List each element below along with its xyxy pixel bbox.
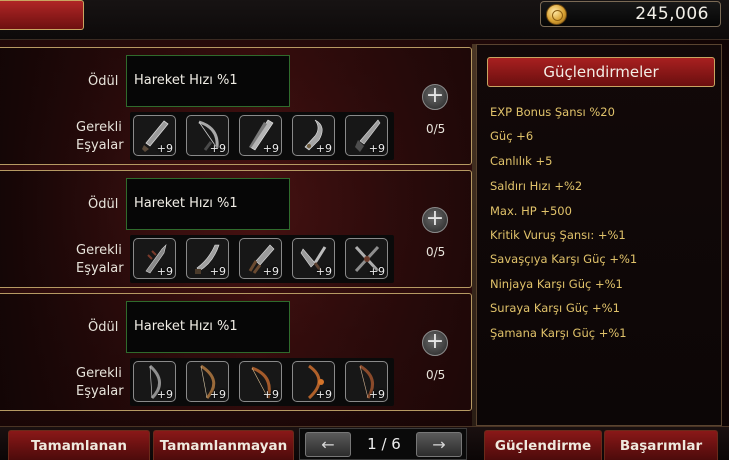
required-label-line2: Eşyalar <box>76 384 124 399</box>
bonus-item: Ninjaya Karşı Güç +%1 <box>490 277 623 291</box>
bow-icon[interactable]: +9 <box>186 115 229 156</box>
reward-box: Hareket Hızı %1 <box>126 55 290 107</box>
required-label-line1: Gerekli <box>76 243 122 258</box>
item-level: +9 <box>315 265 332 278</box>
twin-blade-icon[interactable]: +9 <box>292 238 335 279</box>
blade-icon[interactable]: +9 <box>239 115 282 156</box>
reward-value: Hareket Hızı %1 <box>134 73 238 88</box>
required-label-line1: Gerekli <box>76 120 122 135</box>
gold-coin-icon <box>546 4 567 25</box>
fire-bow-icon[interactable]: +9 <box>239 361 282 402</box>
bonus-item: Kritik Vuruş Şansı: +%1 <box>490 228 626 242</box>
pager: ← 1 / 6 → <box>299 428 467 460</box>
required-label-line1: Gerekli <box>76 366 122 381</box>
item-level: +9 <box>368 388 385 401</box>
reward-value: Hareket Hızı %1 <box>134 196 238 211</box>
gold-display: 245,006 <box>540 1 721 27</box>
crossed-blade-icon[interactable]: +9 <box>345 238 388 279</box>
reward-box: Hareket Hızı %1 <box>126 301 290 353</box>
war-bow-icon[interactable]: +9 <box>345 361 388 402</box>
boosts-panel: Güçlendirmeler EXP Bonus Şansı %20 Güç +… <box>476 44 722 426</box>
required-label-line2: Eşyalar <box>76 261 124 276</box>
progress-count: 0/5 <box>426 122 446 136</box>
required-label-line2: Eşyalar <box>76 138 124 153</box>
reward-value: Hareket Hızı %1 <box>134 319 238 334</box>
recurve-bow-icon[interactable]: +9 <box>186 361 229 402</box>
add-item-button[interactable]: + <box>422 207 448 233</box>
curved-blade-icon[interactable]: +9 <box>186 238 229 279</box>
top-bar: 245,006 <box>0 0 729 40</box>
item-level: +9 <box>156 388 173 401</box>
top-tab[interactable] <box>0 0 84 30</box>
bonus-item: Max. HP +500 <box>490 204 572 218</box>
quest-panel-2: Ödül Hareket Hızı %1 Gerekli Eşyalar +9 … <box>0 170 472 288</box>
item-level: +9 <box>262 265 279 278</box>
required-items: +9 +9 +9 +9 +9 <box>130 358 394 406</box>
reward-box: Hareket Hızı %1 <box>126 178 290 230</box>
reward-label: Ödül <box>88 197 119 212</box>
bonus-item: Şamana Karşı Güç +%1 <box>490 326 627 340</box>
required-items: +9 +9 +9 +9 +9 <box>130 112 394 160</box>
bonus-item: Güç +6 <box>490 129 534 143</box>
item-level: +9 <box>156 265 173 278</box>
item-level: +9 <box>209 388 226 401</box>
claw-blade-icon[interactable]: +9 <box>239 238 282 279</box>
required-items: +9 +9 +9 +9 +9 <box>130 235 394 283</box>
reward-label: Ödül <box>88 74 119 89</box>
add-item-button[interactable]: + <box>422 84 448 110</box>
item-level: +9 <box>262 388 279 401</box>
item-level: +9 <box>368 265 385 278</box>
item-level: +9 <box>368 142 385 155</box>
reward-label: Ödül <box>88 320 119 335</box>
bonus-item: Canlılık +5 <box>490 154 553 168</box>
flame-bow-icon[interactable]: +9 <box>292 361 335 402</box>
add-item-button[interactable]: + <box>422 330 448 356</box>
bonus-item: EXP Bonus Şansı %20 <box>490 105 615 119</box>
tab-incomplete[interactable]: Tamamlanmayan <box>153 430 294 460</box>
item-level: +9 <box>209 265 226 278</box>
prev-page-button[interactable]: ← <box>305 432 351 457</box>
next-page-button[interactable]: → <box>416 432 462 457</box>
item-level: +9 <box>262 142 279 155</box>
bonus-item: Suraya Karşı Güç +%1 <box>490 301 620 315</box>
quest-panel-3: Ödül Hareket Hızı %1 Gerekli Eşyalar +9 … <box>0 293 472 411</box>
bonus-item: Savaşçıya Karşı Güç +%1 <box>490 252 638 266</box>
spiked-blade-icon[interactable]: +9 <box>133 238 176 279</box>
item-level: +9 <box>209 142 226 155</box>
glaive-icon[interactable]: +9 <box>292 115 335 156</box>
tab-boosts[interactable]: Güçlendirme <box>484 430 602 460</box>
item-level: +9 <box>315 388 332 401</box>
tab-achievements[interactable]: Başarımlar <box>604 430 718 460</box>
progress-count: 0/5 <box>426 245 446 259</box>
boosts-title: Güçlendirmeler <box>487 57 715 87</box>
item-level: +9 <box>315 142 332 155</box>
quest-panel-1: Ödül Hareket Hızı %1 Gerekli Eşyalar +9 … <box>0 47 472 165</box>
dagger-icon[interactable]: +9 <box>345 115 388 156</box>
longbow-icon[interactable]: +9 <box>133 361 176 402</box>
progress-count: 0/5 <box>426 368 446 382</box>
tab-completed[interactable]: Tamamlanan <box>8 430 150 460</box>
bonus-item: Saldırı Hızı +%2 <box>490 179 583 193</box>
gold-amount: 245,006 <box>635 4 709 24</box>
page-indicator: 1 / 6 <box>367 435 401 453</box>
sword-icon[interactable]: +9 <box>133 115 176 156</box>
item-level: +9 <box>156 142 173 155</box>
